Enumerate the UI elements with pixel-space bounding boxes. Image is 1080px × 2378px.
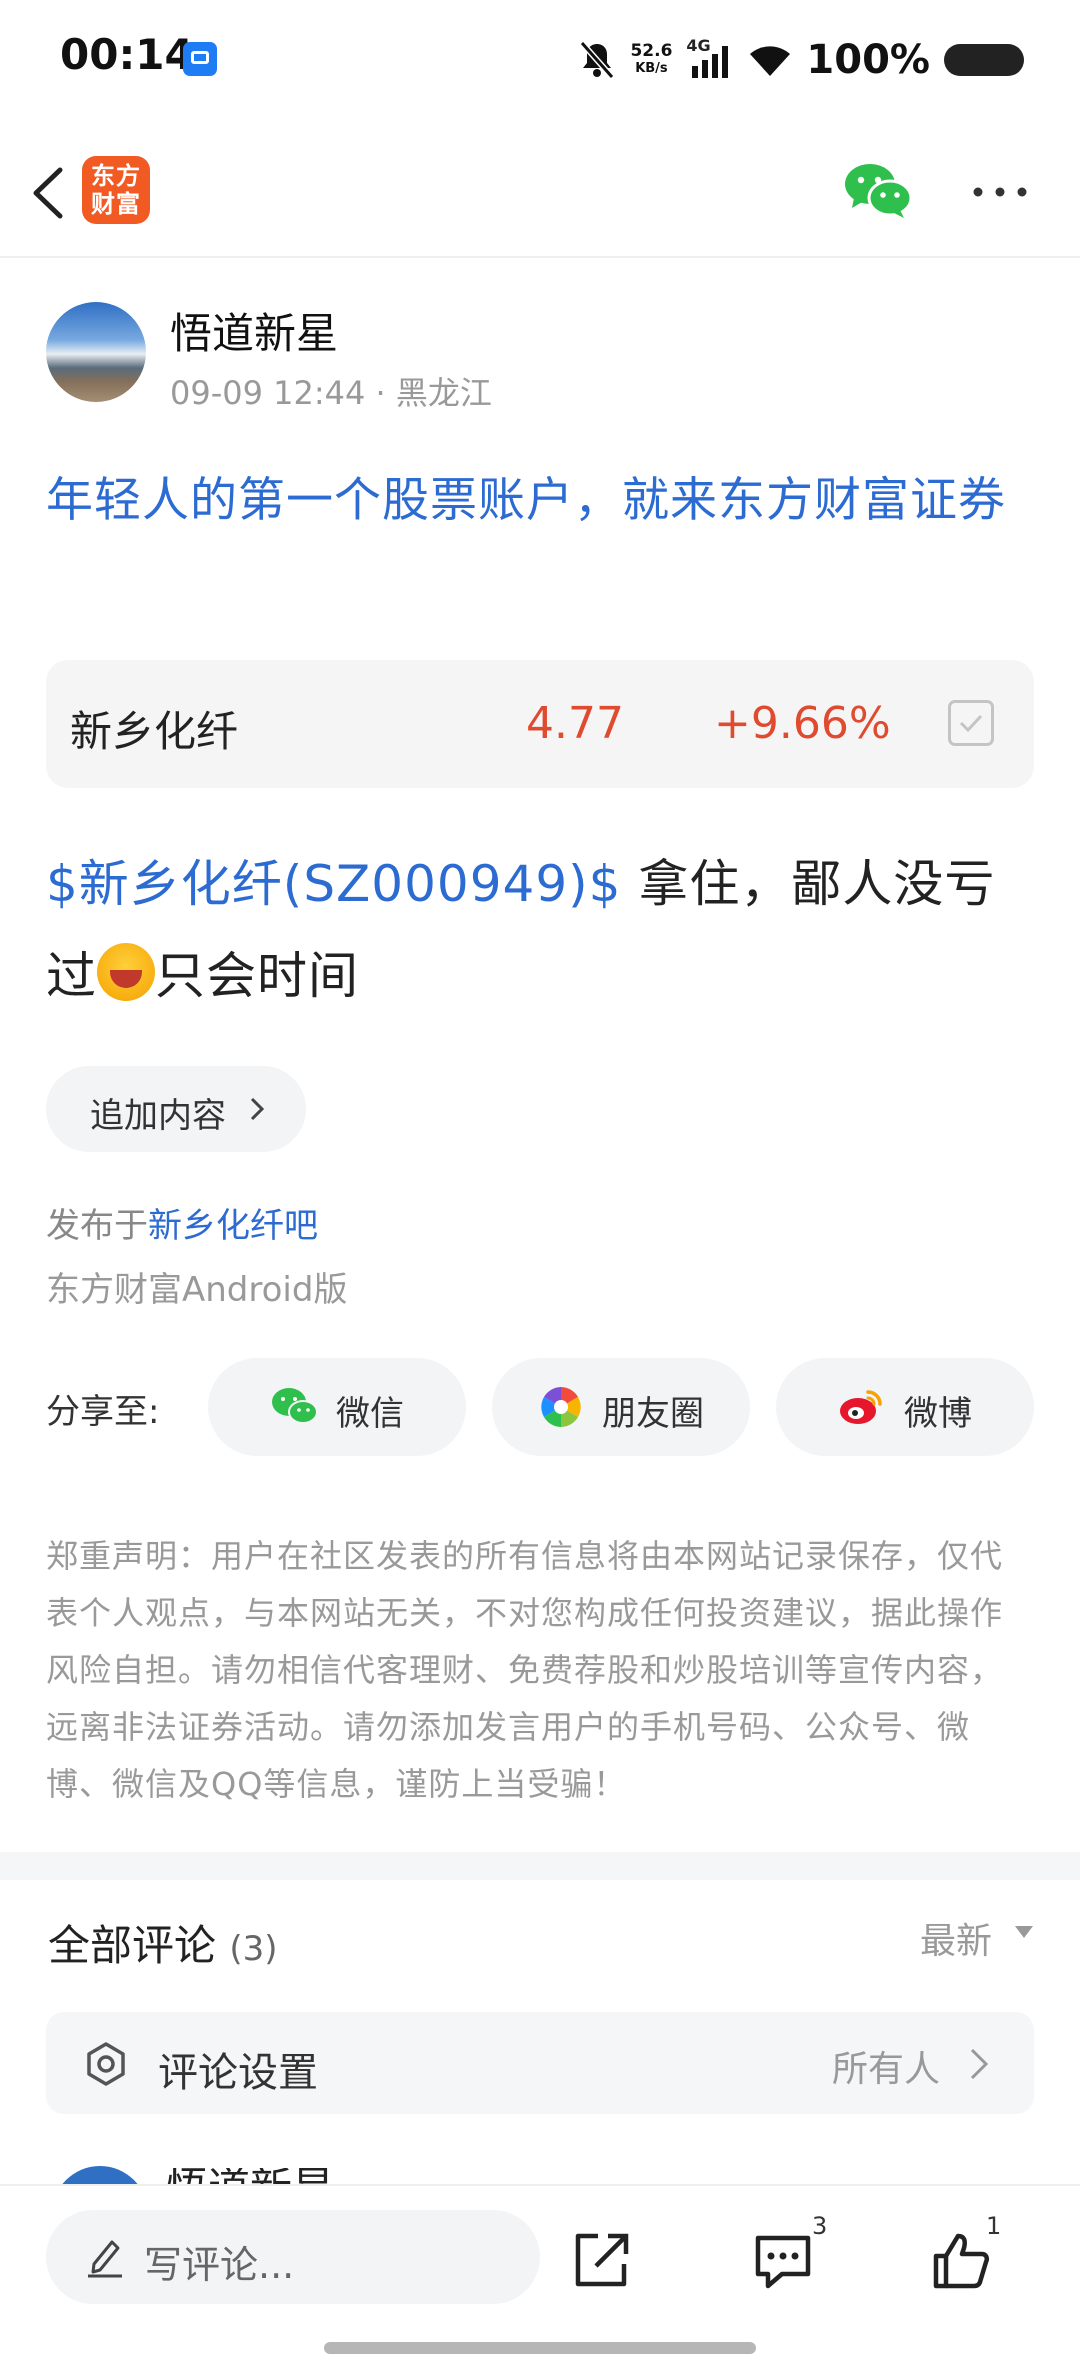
weibo-icon — [840, 1390, 882, 1424]
share-wechat-label: 微信 — [336, 1394, 404, 1434]
share-wechat-button[interactable]: 微信 — [208, 1358, 466, 1456]
comments-title: 全部评论 — [48, 1921, 217, 1970]
status-time: 00:14 — [60, 30, 194, 79]
comments-count: (3) — [229, 1929, 278, 1969]
client-source: 东方财富Android版 — [46, 1270, 348, 1310]
wifi-icon — [750, 46, 791, 76]
comments-header: 全部评论 (3) — [48, 1912, 278, 1973]
stock-price: 4.77 — [526, 698, 624, 749]
post-body: $新乡化纤(SZ000949)$ 拿住，鄙人没亏过 只会时间 — [46, 838, 1046, 1022]
stock-bar-link[interactable]: 新乡化纤吧 — [148, 1206, 318, 1246]
add-content-button[interactable]: 追加内容 — [46, 1066, 306, 1152]
network-speed: 52.6 KB/s — [630, 42, 672, 78]
check-icon — [959, 714, 983, 733]
speed-unit: KB/s — [635, 61, 668, 76]
stock-card[interactable]: 新乡化纤 4.77 +9.66% — [46, 660, 1034, 788]
home-indicator[interactable] — [324, 2342, 756, 2354]
battery-icon — [944, 44, 1024, 76]
laughing-emoji-icon — [97, 943, 155, 1001]
comment-settings-label: 评论设置 — [158, 2050, 318, 2096]
comment-settings-row[interactable]: 评论设置 所有人 — [46, 2012, 1034, 2114]
chevron-right-icon — [970, 2048, 989, 2080]
more-options-icon[interactable] — [970, 180, 1030, 204]
add-content-label: 追加内容 — [90, 1096, 226, 1136]
share-weibo-button[interactable]: 微博 — [776, 1358, 1034, 1456]
stock-change: +9.66% — [714, 698, 891, 749]
author-avatar[interactable] — [46, 302, 146, 402]
mute-bell-icon — [580, 41, 615, 79]
thumbs-up-icon[interactable] — [930, 2230, 992, 2292]
share-label: 分享至: — [46, 1392, 160, 1432]
comment-settings-value: 所有人 — [832, 2049, 941, 2090]
speed-value: 52.6 — [630, 41, 673, 61]
cell-signal-icon: 4G — [686, 36, 734, 80]
share-moments-label: 朋友圈 — [602, 1394, 704, 1434]
author-name[interactable]: 悟道新星 — [170, 300, 338, 361]
wechat-share-icon[interactable] — [842, 160, 914, 222]
logo-line2: 财富 — [91, 190, 141, 218]
share-out-icon[interactable] — [570, 2230, 632, 2292]
gear-icon — [87, 2042, 125, 2086]
comment-placeholder: 写评论... — [144, 2243, 295, 2287]
comment-icon[interactable] — [752, 2230, 814, 2292]
status-bar: 00:14 52.6 KB/s 4G 100% — [0, 0, 1080, 120]
pencil-icon — [88, 2240, 122, 2278]
sort-dropdown[interactable]: 最新 — [920, 1912, 992, 1964]
section-divider — [0, 1852, 1080, 1880]
battery-percent: 100% — [806, 37, 930, 83]
disclaimer-text: 郑重声明：用户在社区发表的所有信息将由本网站记录保存，仅代表个人观点，与本网站无… — [46, 1537, 1004, 1803]
stock-name: 新乡化纤 — [70, 707, 239, 756]
comment-count-badge: 3 — [812, 2212, 828, 2240]
body-text-2: 只会时间 — [155, 947, 359, 1005]
post-meta: 09-09 12:44 · 黑龙江 — [170, 374, 492, 412]
published-prefix: 发布于 — [46, 1206, 148, 1246]
chevron-right-icon — [250, 1097, 265, 1121]
share-moments-button[interactable]: 朋友圈 — [492, 1358, 750, 1456]
like-count-badge: 1 — [986, 2212, 1002, 2240]
post-title[interactable]: 年轻人的第一个股票账户，就来东方财富证券 — [46, 462, 1036, 540]
logo-line1: 东方 — [91, 162, 141, 190]
published-in: 发布于新乡化纤吧 — [46, 1198, 318, 1247]
add-watchlist-checkbox[interactable] — [948, 700, 994, 746]
wechat-icon — [272, 1388, 318, 1424]
back-arrow-icon[interactable] — [22, 160, 82, 226]
notification-app-icon — [183, 42, 217, 76]
status-right-group: 52.6 KB/s 4G 100% — [578, 32, 1024, 88]
eastmoney-logo: 东方 财富 — [82, 156, 150, 224]
caret-down-icon[interactable] — [1014, 1924, 1034, 1940]
comment-input[interactable]: 写评论... — [46, 2210, 540, 2304]
nav-bar: 东方 财富 — [0, 130, 1080, 258]
moments-icon — [541, 1387, 581, 1427]
stock-tag-link[interactable]: $新乡化纤(SZ000949)$ — [46, 855, 622, 913]
share-weibo-label: 微博 — [904, 1394, 972, 1434]
